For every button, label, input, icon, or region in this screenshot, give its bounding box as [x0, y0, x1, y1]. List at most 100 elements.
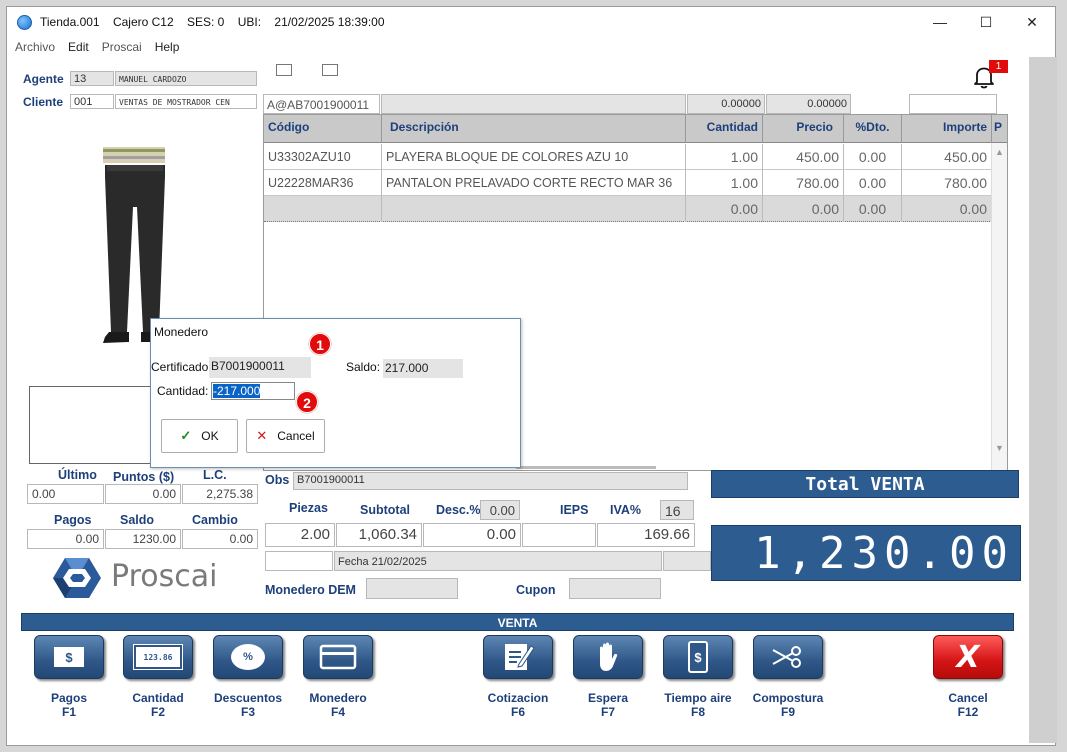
obs-field[interactable]: B7001900011 — [293, 472, 688, 490]
step-1-badge: 1 — [309, 333, 331, 355]
calculator-icon: 123.86 — [123, 635, 193, 679]
fecha-field: Fecha 21/02/2025 — [334, 551, 662, 571]
menu-proscai[interactable]: Proscai — [102, 40, 142, 54]
client-area: Agente 13 MANUEL CARDOZO Cliente 001 VEN… — [13, 57, 1029, 743]
scroll-up-icon[interactable]: ▲ — [995, 147, 1004, 157]
agente-code-field[interactable]: 13 — [70, 71, 114, 86]
cliente-name-field: VENTAS DE MOSTRADOR CEN — [115, 94, 257, 109]
aux-input[interactable] — [909, 94, 997, 114]
proscai-logo-icon — [53, 558, 101, 598]
minimize-button[interactable]: — — [917, 7, 963, 37]
puntos-label: Puntos ($) — [113, 470, 175, 484]
descuentos-f3-button[interactable]: % Descuentos F3 — [204, 635, 292, 719]
cancel-f12-button[interactable]: X Cancel F12 — [924, 635, 1012, 719]
agente-label: Agente — [23, 72, 64, 86]
grid-header: Código Descripción Cantidad Precio %Dto.… — [264, 115, 1007, 143]
total-venta-value: 1,230.00 — [711, 525, 1021, 581]
fecha-prefix-field — [265, 551, 333, 571]
cell-codigo: U33302AZU10 — [264, 144, 382, 170]
cantidad-f2-button[interactable]: 123.86 Cantidad F2 — [114, 635, 202, 719]
compostura-f9-button[interactable]: Compostura F9 — [744, 635, 832, 719]
table-row[interactable]: U33302AZU10 PLAYERA BLOQUE DE COLORES AZ… — [264, 144, 992, 170]
col-codigo[interactable]: Código — [264, 115, 382, 143]
tiempo-aire-f8-button[interactable]: $ Tiempo aire F8 — [654, 635, 742, 719]
close-window-button[interactable]: ✕ — [1009, 7, 1055, 37]
cambio-label: Cambio — [192, 513, 238, 527]
cell-dto: 0.00 — [844, 144, 902, 170]
app-globe-icon — [17, 14, 32, 30]
desc-label: Desc.% — [436, 503, 481, 517]
cell-descripcion: PLAYERA BLOQUE DE COLORES AZU 10 — [382, 144, 686, 170]
grid-horizontal-scrollbar[interactable] — [516, 466, 656, 469]
piezas-value: 2.00 — [265, 523, 335, 547]
monedero-f4-button[interactable]: Monedero F4 — [294, 635, 382, 719]
cell-cantidad: 0.00 — [686, 196, 763, 222]
cantidad-dialog-input[interactable]: -217.000 — [211, 382, 295, 400]
edit-icon — [483, 635, 553, 679]
scan-description-field — [381, 94, 686, 114]
ok-button[interactable]: ✓ OK — [161, 419, 238, 453]
menu-help[interactable]: Help — [155, 40, 180, 54]
desc-pct-field[interactable]: 0.00 — [480, 500, 520, 520]
piezas-label: Piezas — [289, 501, 328, 515]
monedero-dem-field[interactable] — [366, 578, 458, 599]
option-checkbox-1[interactable] — [276, 64, 292, 76]
col-dto[interactable]: %Dto. — [844, 115, 902, 143]
cupon-field[interactable] — [569, 578, 661, 599]
cell-descripcion: PANTALON PRELAVADO CORTE RECTO MAR 36 — [382, 170, 686, 196]
title-bar: Tienda.001 Cajero C12 SES: 0 UBI: 21/02/… — [7, 7, 1055, 37]
scissors-icon — [753, 635, 823, 679]
monedero-dem-label: Monedero DEM — [265, 583, 356, 597]
pagos-label: Pagos — [54, 513, 92, 527]
desc-value: 0.00 — [423, 523, 521, 547]
proscai-logo-text: Proscai — [111, 559, 218, 594]
title-cashier: Cajero C12 — [112, 15, 174, 29]
cell-importe: 0.00 — [902, 196, 992, 222]
cell-importe: 780.00 — [902, 170, 992, 196]
ultimo-value: 0.00 — [27, 484, 104, 504]
menu-edit[interactable]: Edit — [68, 40, 89, 54]
check-icon: ✓ — [180, 428, 192, 443]
certificado-field[interactable]: B7001900011 — [209, 357, 311, 378]
saldo-label: Saldo — [120, 513, 155, 527]
scan-code-field[interactable]: A@AB7001900011 — [263, 94, 380, 114]
puntos-value: 0.00 — [105, 484, 181, 504]
scroll-down-icon[interactable]: ▼ — [995, 443, 1004, 453]
pagos-f1-button[interactable]: $ Pagos F1 — [25, 635, 113, 719]
cancel-icon: ✕ — [256, 428, 268, 443]
col-cantidad[interactable]: Cantidad — [686, 115, 763, 143]
espera-f7-button[interactable]: Espera F7 — [564, 635, 652, 719]
col-precio[interactable]: Precio — [763, 115, 844, 143]
cell-cantidad: 1.00 — [686, 144, 763, 170]
saldo-dialog-label: Saldo: — [346, 360, 381, 374]
title-ubi: UBI: — [237, 15, 262, 29]
subtotal-value: 1,060.34 — [336, 523, 422, 547]
option-checkbox-2[interactable] — [322, 64, 338, 76]
grid-vertical-scrollbar[interactable]: ▲ ▼ — [991, 143, 1007, 471]
title-store: Tienda.001 — [40, 15, 100, 29]
card-icon — [303, 635, 373, 679]
fecha-suffix-field — [663, 551, 711, 571]
cliente-code-field[interactable]: 001 — [70, 94, 114, 109]
iva-pct-field[interactable]: 16 — [660, 500, 694, 520]
cotizacion-f6-button[interactable]: Cotizacion F6 — [474, 635, 562, 719]
col-descripcion[interactable]: Descripción — [382, 115, 686, 143]
proscai-logo: Proscai — [49, 555, 249, 601]
pagos-icon: $ — [34, 635, 104, 679]
cancel-button[interactable]: ✕ Cancel — [246, 419, 325, 453]
col-p[interactable]: P — [992, 115, 1008, 143]
hand-icon — [573, 635, 643, 679]
window-right-strip — [1029, 57, 1057, 743]
table-row[interactable]: U22228MAR36 PANTALON PRELAVADO CORTE REC… — [264, 170, 992, 196]
saldo-dialog-field: 217.000 — [383, 359, 463, 378]
cantidad-dialog-value: -217.000 — [213, 384, 261, 398]
phone-icon: $ — [663, 635, 733, 679]
menu-archivo[interactable]: Archivo — [15, 40, 55, 54]
cancel-x-icon: X — [933, 635, 1003, 679]
table-row-new[interactable]: 0.00 0.00 0.00 0.00 — [264, 196, 992, 222]
step-2-badge: 2 — [296, 391, 318, 413]
col-importe[interactable]: Importe — [902, 115, 992, 143]
maximize-button[interactable]: ☐ — [963, 7, 1009, 37]
agente-name-field: MANUEL CARDOZO — [115, 71, 257, 86]
cantidad-dialog-label: Cantidad: — [157, 384, 209, 398]
